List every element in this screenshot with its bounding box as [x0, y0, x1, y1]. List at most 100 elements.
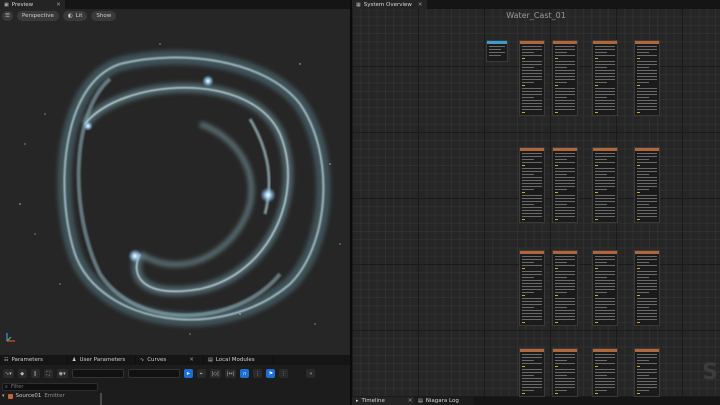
- emitter-icon: [7, 393, 13, 399]
- node-row: [555, 360, 567, 361]
- expand-icon[interactable]: »: [306, 369, 316, 378]
- node-row: [555, 73, 575, 74]
- pause-icon[interactable]: ‖: [30, 369, 40, 378]
- node-row: [637, 171, 657, 172]
- node-row: [637, 210, 657, 211]
- system-node[interactable]: [486, 40, 508, 62]
- emitter-node[interactable]: [634, 348, 660, 397]
- node-row: [555, 85, 558, 86]
- node-row: [595, 280, 615, 281]
- emitter-node[interactable]: [519, 40, 545, 116]
- node-row: [555, 61, 575, 62]
- tab-local-modules[interactable]: ▤ Local Modules: [204, 355, 274, 365]
- node-row: [637, 298, 657, 299]
- node-row: [555, 100, 575, 101]
- node-row: [489, 46, 505, 47]
- more-icon[interactable]: ⋮: [253, 369, 263, 378]
- node-row: [595, 301, 615, 302]
- emitter-node[interactable]: [634, 40, 660, 116]
- node-row: [522, 70, 542, 71]
- show-button[interactable]: Show: [91, 11, 117, 21]
- emitter-node[interactable]: [519, 250, 545, 326]
- value-field[interactable]: [71, 369, 124, 378]
- scrollbar[interactable]: [100, 393, 102, 405]
- emitter-node[interactable]: [552, 40, 578, 116]
- emitter-node[interactable]: [552, 147, 578, 223]
- close-icon[interactable]: ✕: [418, 2, 423, 8]
- water-vortex: [19, 43, 341, 335]
- emitter-node[interactable]: [592, 147, 618, 223]
- tab-timeline[interactable]: ▸ Timeline ✕: [352, 397, 414, 405]
- perspective-button[interactable]: Perspective: [17, 11, 59, 21]
- node-row: [555, 210, 575, 211]
- emitter-node[interactable]: [634, 147, 660, 223]
- filter-input[interactable]: ⌕ Filter: [2, 383, 98, 391]
- menu-icon[interactable]: ☰: [2, 11, 13, 21]
- node-row: [595, 207, 615, 208]
- tab-user-parameters[interactable]: ♟ User Parameters: [68, 355, 136, 365]
- multiselect-tool-icon[interactable]: |↔|: [224, 369, 237, 378]
- select-tool-icon[interactable]: ➤: [183, 369, 193, 378]
- tab-parameters[interactable]: ☷ Parameters: [0, 355, 68, 365]
- node-row: [637, 67, 649, 68]
- node-row: [555, 195, 575, 196]
- tab-preview[interactable]: ▣ Preview ✕: [0, 0, 65, 9]
- system-overview-graph[interactable]: ▦ System Overview ✕ Water_Cast_01 S: [352, 0, 720, 397]
- emitter-node[interactable]: [592, 40, 618, 116]
- node-row: [637, 201, 657, 202]
- node-row: [522, 262, 534, 263]
- flag-icon[interactable]: ⚑: [266, 369, 276, 378]
- emitter-node[interactable]: [592, 250, 618, 326]
- close-icon[interactable]: ✕: [408, 398, 413, 404]
- tab-system-overview[interactable]: ▦ System Overview ✕: [352, 0, 427, 9]
- node-row: [522, 289, 542, 290]
- node-row: [555, 103, 575, 104]
- node-row: [522, 103, 542, 104]
- emitter-node[interactable]: [592, 348, 618, 397]
- close-icon[interactable]: ✕: [189, 357, 194, 363]
- source-row[interactable]: ▾ Source01 Emitter: [2, 393, 65, 399]
- preview-viewport[interactable]: [0, 24, 350, 355]
- transform-tool-icon[interactable]: ⌖: [196, 369, 206, 378]
- modules-icon: ▤: [208, 357, 213, 363]
- node-row: [595, 109, 615, 110]
- node-row: [555, 387, 575, 388]
- emitter-node[interactable]: [634, 250, 660, 326]
- emitter-node[interactable]: [552, 348, 578, 397]
- node-header: [553, 148, 577, 151]
- emitter-node[interactable]: [519, 348, 545, 397]
- frame-icon[interactable]: ⛶: [43, 369, 53, 378]
- node-row: [637, 94, 657, 95]
- node-row: [555, 322, 558, 323]
- timeline-icon: ▸: [356, 398, 359, 404]
- preview-toolbar: ☰ Perspective ◐ Lit Show: [2, 11, 117, 21]
- node-row: [555, 259, 575, 260]
- node-row: [522, 384, 542, 385]
- snap-icon[interactable]: ∩: [240, 369, 250, 378]
- node-row: [522, 88, 542, 89]
- view-icon[interactable]: ◉▾: [56, 369, 68, 378]
- close-icon[interactable]: ✕: [56, 2, 61, 8]
- key-icon[interactable]: ◆: [17, 369, 27, 378]
- tab-curves[interactable]: ∿ Curves ✕: [136, 355, 204, 365]
- node-row: [522, 192, 525, 193]
- overflow-icon[interactable]: ⋮: [279, 369, 289, 378]
- node-row: [637, 46, 657, 47]
- node-row: [555, 393, 558, 394]
- lit-button[interactable]: ◐ Lit: [62, 11, 88, 21]
- node-row: [522, 112, 525, 113]
- node-row: [595, 216, 615, 217]
- node-row: [637, 360, 649, 361]
- node-row: [555, 189, 567, 190]
- retime-tool-icon[interactable]: |◇|: [209, 369, 221, 378]
- emitter-node[interactable]: [519, 147, 545, 223]
- node-row: [595, 354, 615, 355]
- node-row: [522, 180, 542, 181]
- node-row: [522, 52, 534, 53]
- time-field[interactable]: [127, 369, 180, 378]
- emitter-node[interactable]: [552, 250, 578, 326]
- node-row: [522, 73, 542, 74]
- curve-mode-icon[interactable]: ∿▾: [3, 369, 14, 378]
- tab-niagara-log[interactable]: ▤ Niagara Log: [414, 397, 474, 405]
- node-row: [595, 369, 615, 370]
